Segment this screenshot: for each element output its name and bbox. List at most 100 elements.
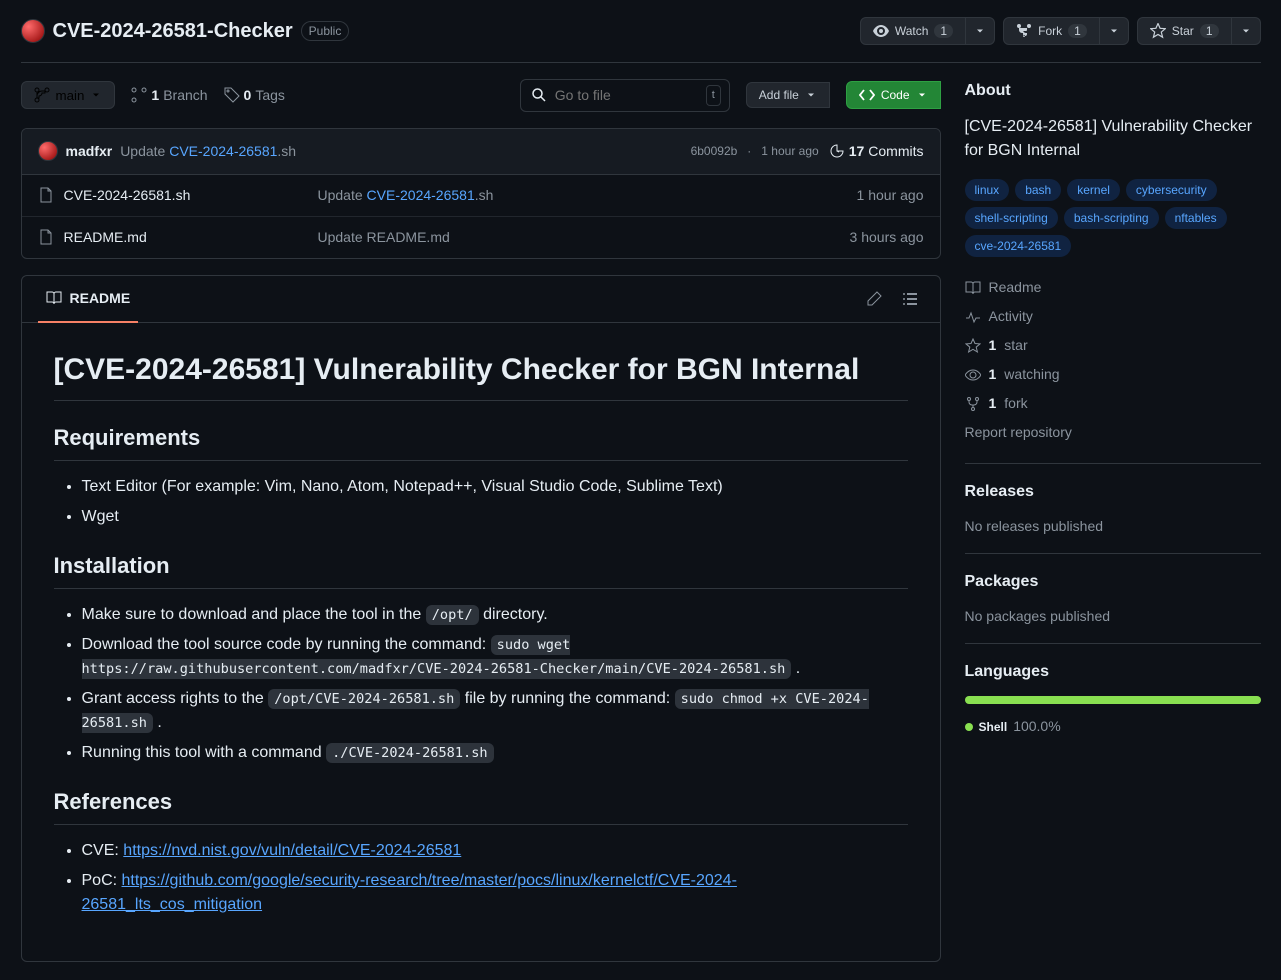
reference-link[interactable]: https://nvd.nist.gov/vuln/detail/CVE-202… bbox=[123, 842, 461, 859]
fork-button[interactable]: Fork 1 bbox=[1003, 17, 1100, 45]
readme-title: [CVE-2024-26581] Vulnerability Checker f… bbox=[54, 347, 908, 401]
chevron-down-icon bbox=[90, 89, 102, 101]
branch-icon bbox=[131, 87, 147, 103]
branch-select[interactable]: main bbox=[21, 81, 116, 109]
book-icon bbox=[965, 280, 981, 296]
eye-icon bbox=[873, 23, 889, 39]
pulse-icon bbox=[965, 309, 981, 325]
fork-icon bbox=[965, 396, 981, 412]
commits-label: Commits bbox=[868, 141, 923, 162]
language-name: Shell bbox=[979, 718, 1008, 736]
commit-file-link[interactable]: CVE-2024-26581 bbox=[169, 143, 277, 159]
tags-label: Tags bbox=[255, 85, 285, 106]
file-name: CVE-2024-26581.sh bbox=[64, 185, 191, 206]
go-to-file-search[interactable]: t bbox=[520, 79, 730, 112]
branch-name: main bbox=[56, 88, 85, 103]
branches-label: Branch bbox=[163, 85, 207, 106]
packages-heading[interactable]: Packages bbox=[965, 570, 1261, 594]
commit-file-link[interactable]: CVE-2024-26581 bbox=[367, 187, 475, 203]
list-item: Wget bbox=[82, 505, 908, 529]
add-file-button[interactable]: Add file bbox=[746, 82, 830, 108]
tags-count: 0 bbox=[244, 85, 252, 106]
chevron-down-icon bbox=[1108, 25, 1120, 37]
topic-badge[interactable]: bash-scripting bbox=[1064, 207, 1159, 229]
commit-sha[interactable]: 6b0092b bbox=[691, 142, 738, 160]
file-commit-message[interactable]: Update CVE-2024-26581.sh bbox=[318, 185, 784, 206]
star-dropdown[interactable] bbox=[1232, 17, 1261, 45]
star-count: 1 bbox=[1200, 24, 1219, 38]
commit-author[interactable]: madfxr bbox=[66, 141, 113, 162]
packages-empty: No packages published bbox=[965, 606, 1261, 627]
star-button[interactable]: Star 1 bbox=[1137, 17, 1232, 45]
topic-badge[interactable]: bash bbox=[1015, 179, 1061, 201]
commit-message[interactable]: Update CVE-2024-26581.sh bbox=[120, 141, 296, 162]
file-name: README.md bbox=[64, 227, 147, 248]
code-label: Code bbox=[881, 88, 910, 102]
repo-header: CVE-2024-26581-Checker Public Watch 1 Fo… bbox=[21, 0, 1261, 63]
language-percent: 100.0% bbox=[1013, 716, 1060, 737]
list-item: Download the tool source code by running… bbox=[82, 633, 908, 681]
list-item: Text Editor (For example: Vim, Nano, Ato… bbox=[82, 475, 908, 499]
stars-link[interactable]: 1 star bbox=[965, 331, 1261, 360]
file-time: 3 hours ago bbox=[784, 227, 924, 248]
search-shortcut: t bbox=[706, 85, 721, 106]
readme-tab-label: README bbox=[70, 288, 131, 309]
fork-icon bbox=[1016, 23, 1032, 39]
fork-dropdown[interactable] bbox=[1100, 17, 1129, 45]
tags-link[interactable]: 0 Tags bbox=[224, 85, 285, 106]
tag-icon bbox=[224, 87, 240, 103]
branch-icon bbox=[34, 87, 50, 103]
topic-badge[interactable]: cybersecurity bbox=[1126, 179, 1217, 201]
outline-button[interactable] bbox=[896, 285, 924, 313]
chevron-down-icon bbox=[974, 25, 986, 37]
topic-badge[interactable]: linux bbox=[965, 179, 1010, 201]
readme-tab[interactable]: README bbox=[38, 276, 139, 323]
book-icon bbox=[46, 290, 62, 306]
readme-link[interactable]: Readme bbox=[965, 273, 1261, 302]
readme-box: README [CVE-2024-26581] Vulnerability Ch… bbox=[21, 275, 941, 962]
requirements-heading: Requirements bbox=[54, 421, 908, 461]
table-row[interactable]: README.md Update README.md 3 hours ago bbox=[22, 217, 940, 258]
repo-name[interactable]: CVE-2024-26581-Checker bbox=[53, 16, 293, 46]
edit-readme-button[interactable] bbox=[860, 285, 888, 313]
add-file-label: Add file bbox=[759, 88, 799, 102]
code-button[interactable]: Code bbox=[846, 81, 941, 109]
references-heading: References bbox=[54, 785, 908, 825]
watching-link[interactable]: 1 watching bbox=[965, 360, 1261, 389]
table-row[interactable]: CVE-2024-26581.sh Update CVE-2024-26581.… bbox=[22, 175, 940, 217]
activity-link[interactable]: Activity bbox=[965, 302, 1261, 331]
commits-link[interactable]: 17 Commits bbox=[829, 141, 924, 162]
commit-author-avatar[interactable] bbox=[38, 141, 58, 161]
search-icon bbox=[531, 87, 547, 103]
sidebar: About [CVE-2024-26581] Vulnerability Che… bbox=[965, 79, 1261, 962]
file-listing: madfxr Update CVE-2024-26581.sh 6b0092b … bbox=[21, 128, 941, 259]
language-bar bbox=[965, 696, 1261, 704]
topic-badge[interactable]: nftables bbox=[1165, 207, 1227, 229]
topic-badge[interactable]: kernel bbox=[1067, 179, 1120, 201]
topic-badge[interactable]: shell-scripting bbox=[965, 207, 1058, 229]
fork-count: 1 bbox=[1068, 24, 1087, 38]
star-icon bbox=[965, 338, 981, 354]
search-input[interactable] bbox=[555, 87, 698, 103]
releases-heading[interactable]: Releases bbox=[965, 480, 1261, 504]
report-link[interactable]: Report repository bbox=[965, 418, 1261, 447]
pencil-icon bbox=[866, 291, 882, 307]
branches-link[interactable]: 1 Branch bbox=[131, 85, 207, 106]
languages-heading: Languages bbox=[965, 660, 1261, 684]
topic-badge[interactable]: cve-2024-26581 bbox=[965, 235, 1072, 257]
file-icon bbox=[38, 187, 54, 203]
list-item: Grant access rights to the /opt/CVE-2024… bbox=[82, 687, 908, 735]
list-icon bbox=[902, 291, 918, 307]
reference-link[interactable]: https://github.com/google/security-resea… bbox=[82, 872, 737, 913]
fork-label: Fork bbox=[1038, 24, 1062, 38]
chevron-down-icon bbox=[805, 89, 817, 101]
branches-count: 1 bbox=[151, 85, 159, 106]
commit-time: 1 hour ago bbox=[761, 142, 818, 160]
language-item[interactable]: Shell 100.0% bbox=[965, 716, 1261, 737]
file-commit-message[interactable]: Update README.md bbox=[318, 227, 784, 248]
list-item: Running this tool with a command ./CVE-2… bbox=[82, 741, 908, 765]
owner-avatar[interactable] bbox=[21, 19, 45, 43]
watch-dropdown[interactable] bbox=[966, 17, 995, 45]
watch-button[interactable]: Watch 1 bbox=[860, 17, 966, 45]
forks-link[interactable]: 1 fork bbox=[965, 389, 1261, 418]
